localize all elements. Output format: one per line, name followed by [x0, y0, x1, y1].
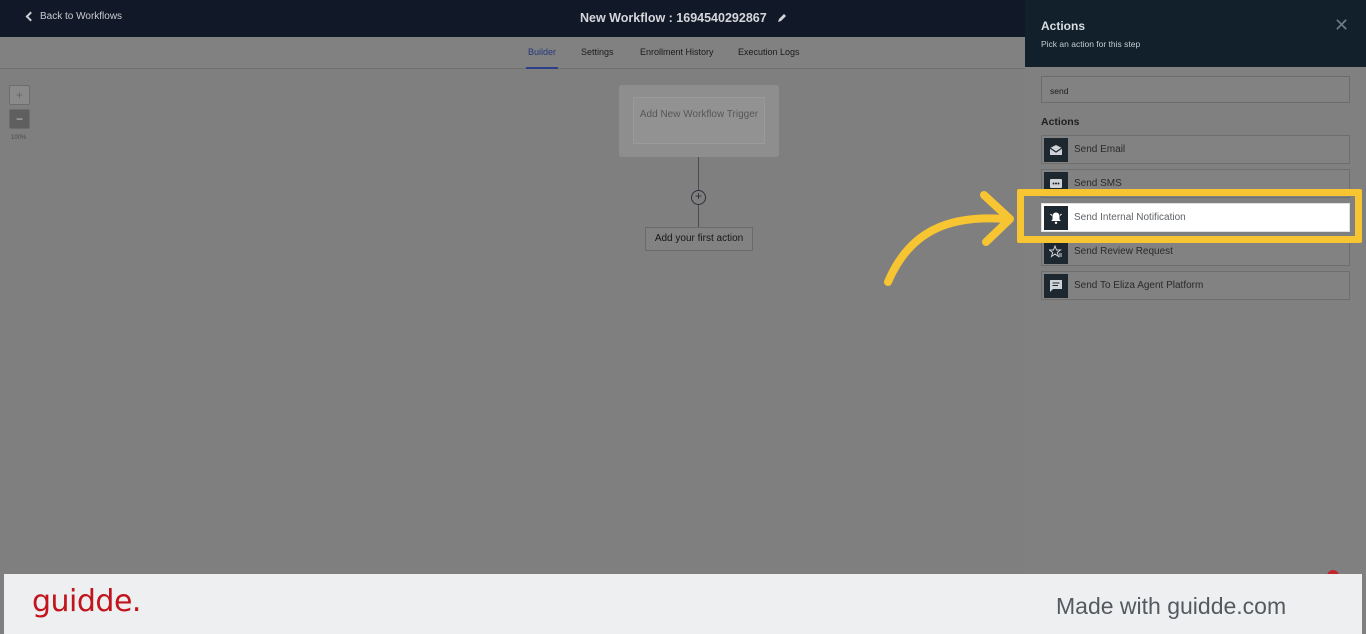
tab-enrollment-history[interactable]: Enrollment History	[640, 47, 714, 57]
action-label: Send Email	[1074, 144, 1126, 155]
tabs-bar: Builder Settings Enrollment History Exec…	[0, 37, 1025, 69]
edit-pencil-icon[interactable]	[777, 13, 787, 23]
panel-subtitle: Pick an action for this step	[1041, 39, 1141, 49]
action-label: Send To Eliza Agent Platform	[1074, 280, 1204, 291]
actions-section-label: Actions	[1041, 116, 1080, 128]
bell-icon	[1044, 205, 1068, 230]
action-send-to-eliza[interactable]: Send To Eliza Agent Platform	[1041, 271, 1350, 300]
email-icon	[1044, 137, 1068, 162]
tab-settings[interactable]: Settings	[581, 47, 614, 57]
back-link-label: Back to Workflows	[40, 11, 123, 22]
back-to-workflows-link[interactable]: Back to Workflows	[25, 11, 123, 22]
panel-header: Actions Pick an action for this step ✕	[1025, 0, 1366, 67]
star-icon	[1044, 239, 1068, 264]
tab-execution-logs[interactable]: Execution Logs	[738, 47, 800, 57]
add-trigger-button[interactable]: Add New Workflow Trigger	[633, 97, 765, 144]
chevron-left-icon	[25, 11, 36, 22]
close-icon[interactable]: ✕	[1334, 16, 1349, 34]
action-send-email[interactable]: Send Email	[1041, 135, 1350, 164]
action-label: Send Internal Notification	[1074, 212, 1186, 223]
zoom-in-button[interactable]: +	[9, 85, 30, 105]
pointer-arrow-icon	[884, 191, 1014, 286]
chat-icon	[1044, 273, 1068, 298]
action-label: Send Review Request	[1074, 246, 1173, 257]
zoom-out-button[interactable]: −	[9, 109, 30, 129]
workflow-canvas[interactable]: + − 100% Add New Workflow Trigger + Add …	[0, 69, 1025, 574]
made-with-text: Made with guidde.com	[1056, 593, 1287, 619]
workflow-title-text: New Workflow : 1694540292867	[580, 11, 767, 25]
zoom-level: 100%	[11, 135, 27, 141]
connector-line	[698, 157, 699, 190]
add-first-action-button[interactable]: Add your first action	[645, 227, 753, 251]
workflow-title: New Workflow : 1694540292867	[580, 11, 787, 25]
footer-bar: guidde. Made with guidde.com	[4, 574, 1362, 634]
action-search-input[interactable]: send	[1041, 76, 1350, 103]
add-step-icon[interactable]: +	[691, 190, 706, 205]
guidde-logo: guidde.	[32, 584, 141, 619]
connector-line	[698, 205, 699, 227]
action-send-internal-notification[interactable]: Send Internal Notification	[1041, 203, 1350, 232]
panel-title: Actions	[1041, 19, 1086, 33]
trigger-card[interactable]: Add New Workflow Trigger	[619, 85, 779, 157]
action-label: Send SMS	[1074, 178, 1122, 189]
tab-builder[interactable]: Builder	[525, 47, 559, 69]
actions-panel: Actions Pick an action for this step ✕ s…	[1025, 0, 1366, 574]
